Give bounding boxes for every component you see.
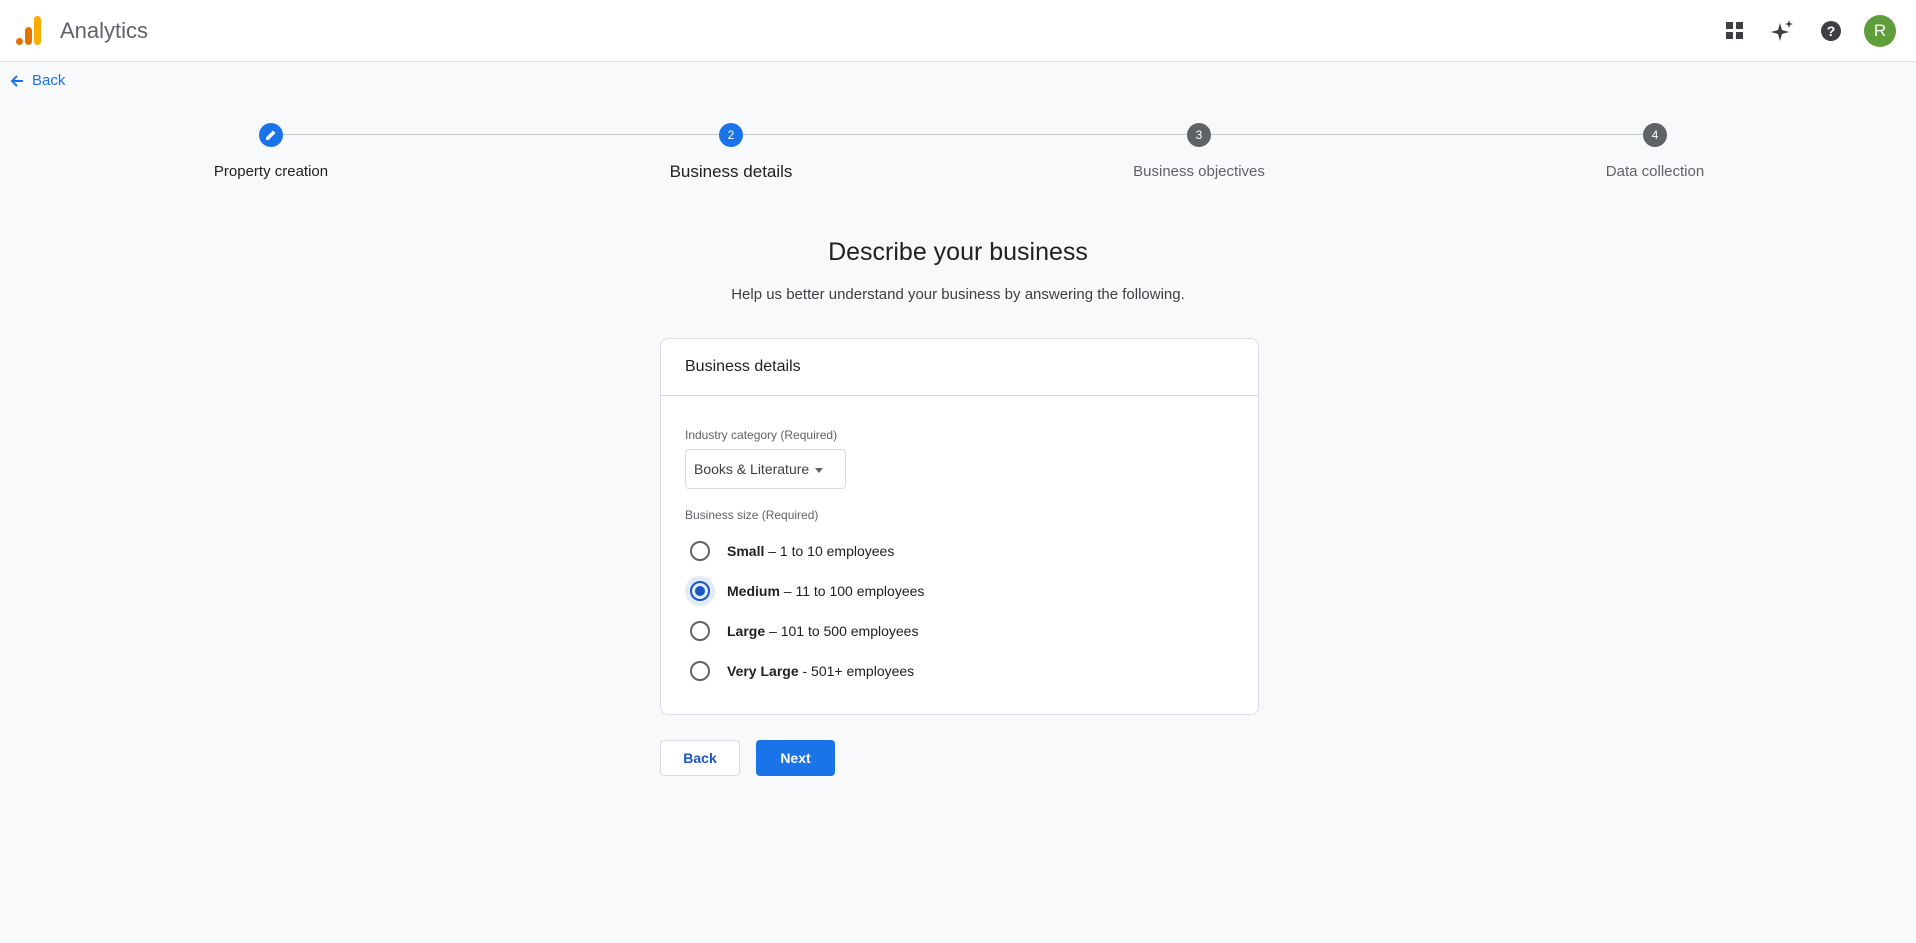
option-name: Small — [727, 543, 765, 559]
option-name: Large — [727, 623, 766, 639]
radio-button[interactable] — [690, 661, 710, 681]
radio-button[interactable] — [690, 621, 710, 641]
business-size-option-very-large[interactable]: Very Large - 501+ employees — [690, 656, 914, 686]
industry-category-value: Books & Literature — [694, 461, 810, 477]
app-title: Analytics — [60, 18, 149, 43]
step-2-circle: 2 — [719, 123, 743, 147]
step-4-circle: 4 — [1643, 123, 1667, 147]
radio-wrap — [685, 576, 715, 606]
step-1-label: Property creation — [213, 163, 329, 180]
stepper-connector — [283, 134, 719, 135]
business-size-option-large[interactable]: Large – 101 to 500 employees — [690, 616, 918, 646]
stepper-connector — [1211, 134, 1655, 135]
back-link-label: Back — [32, 72, 66, 89]
card-title: Business details — [661, 339, 1258, 396]
dropdown-arrow-icon — [815, 467, 824, 473]
top-app-bar: Analytics ? R — [0, 0, 1916, 62]
page-subtitle: Help us better understand your business … — [731, 286, 1185, 303]
option-description: – 11 to 100 employees — [779, 583, 925, 599]
back-button[interactable]: Back — [660, 740, 740, 776]
option-name: Very Large — [727, 663, 799, 679]
option-description: – 101 to 500 employees — [765, 623, 919, 639]
arrow-left-icon — [10, 74, 23, 87]
business-size-label: Business size (Required) — [685, 508, 819, 522]
apps-grid-icon[interactable] — [1720, 16, 1750, 46]
business-size-option-medium[interactable]: Medium – 11 to 100 employees — [685, 576, 924, 606]
help-icon[interactable]: ? — [1816, 16, 1846, 46]
step-3-label: Business objectives — [1133, 163, 1265, 180]
option-text: Small – 1 to 10 employees — [727, 543, 894, 559]
business-details-card: Business details Industry category (Requ… — [660, 338, 1259, 715]
svg-text:?: ? — [1827, 23, 1836, 39]
option-text: Medium – 11 to 100 employees — [727, 583, 924, 599]
next-button[interactable]: Next — [756, 740, 835, 776]
step-2-label: Business details — [669, 162, 793, 181]
radio-button-selected[interactable] — [690, 581, 710, 601]
radio-wrap — [685, 616, 715, 646]
industry-category-select[interactable]: Books & Literature — [685, 449, 846, 489]
option-description: - 501+ employees — [798, 663, 915, 679]
account-avatar[interactable]: R — [1864, 15, 1896, 47]
page-title: Describe your business — [828, 238, 1088, 266]
option-text: Large – 101 to 500 employees — [727, 623, 918, 639]
radio-wrap — [685, 536, 715, 566]
radio-wrap — [685, 656, 715, 686]
stepper-connector — [743, 134, 1187, 135]
back-link[interactable]: Back — [10, 72, 65, 89]
step-3-circle: 3 — [1187, 123, 1211, 147]
option-description: – 1 to 10 employees — [764, 543, 895, 559]
industry-category-label: Industry category (Required) — [685, 428, 838, 442]
analytics-logo-icon[interactable] — [14, 16, 42, 46]
business-size-option-small[interactable]: Small – 1 to 10 employees — [690, 536, 894, 566]
option-text: Very Large - 501+ employees — [727, 663, 914, 679]
step-4-label: Data collection — [1605, 163, 1705, 180]
step-1-edit-icon[interactable] — [259, 123, 283, 147]
option-name: Medium — [727, 583, 780, 599]
radio-button[interactable] — [690, 541, 710, 561]
sparkle-icon[interactable] — [1768, 16, 1798, 46]
